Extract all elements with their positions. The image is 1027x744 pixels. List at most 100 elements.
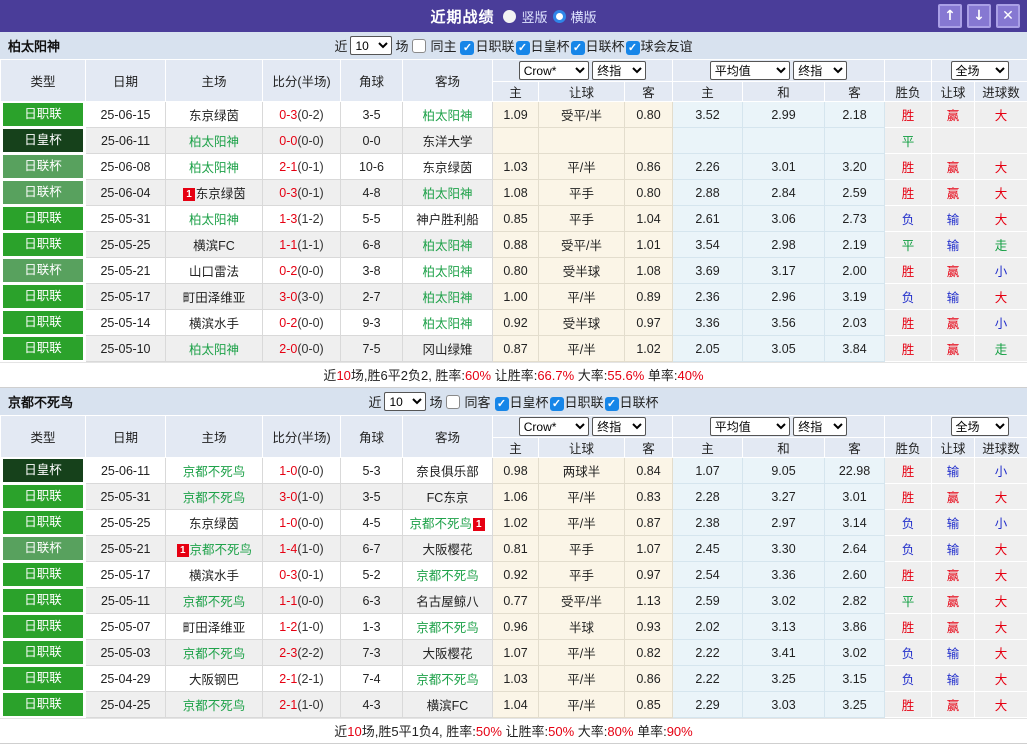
col-header-away: 客场 [403, 60, 493, 102]
handicap-home-odds: 0.92 [493, 562, 539, 588]
league-checkbox[interactable]: ✓ [626, 41, 640, 55]
corner-score: 5-2 [341, 562, 403, 588]
team-label: 京都不死鸟 [183, 647, 246, 661]
odds-company-select[interactable]: Crow* [519, 61, 589, 80]
company-odds-time-select[interactable]: 终指 [592, 417, 646, 436]
score: 0-3(0-1) [263, 180, 341, 206]
scroll-down-button[interactable]: ↓ [967, 4, 991, 28]
summary-stat-label: 场,胜5平1负4, 胜率: [362, 724, 476, 739]
league-checkbox[interactable]: ✓ [516, 41, 530, 55]
league-checkbox[interactable]: ✓ [605, 397, 619, 411]
fulltime-select[interactable]: 全场 [951, 61, 1009, 80]
result-outcome: 负 [885, 510, 932, 536]
company-odds-time-select[interactable]: 终指 [592, 61, 646, 80]
match-date: 25-05-10 [86, 336, 166, 362]
result-outcome: 平 [885, 232, 932, 258]
home-team: 东京绿茵 [166, 102, 263, 128]
handicap-outcome [932, 128, 975, 154]
handicap-outcome: 输 [932, 284, 975, 310]
team-label: 横滨水手 [189, 317, 239, 331]
average-odds-time-select[interactable]: 终指 [793, 417, 847, 436]
average-odds-time-select[interactable]: 终指 [793, 61, 847, 80]
match-row: 日职联 25-05-17 横滨水手 0-3(0-1) 5-2 京都不死鸟 0.9… [1, 562, 1027, 588]
league-checkbox-label: 球会友谊 [641, 39, 693, 54]
match-count-select[interactable]: 10 [384, 392, 426, 411]
summary-stat-value: 66.7% [537, 368, 574, 383]
summary-line: 近10场,胜5平1负4, 胜率:50% 让胜率:50% 大率:80% 单率:90… [0, 718, 1027, 744]
handicap-home-odds: 1.04 [493, 692, 539, 718]
average-odds-select[interactable]: 平均值 [710, 417, 790, 436]
handicap-home-odds: 1.03 [493, 666, 539, 692]
home-team: 町田泽维亚 [166, 614, 263, 640]
league-checkbox-label: 日联杯 [620, 395, 659, 410]
team-label: 町田泽维亚 [183, 621, 246, 635]
avg-draw-odds: 2.97 [743, 510, 825, 536]
goals-outcome: 大 [975, 614, 1027, 640]
team-label: 东洋大学 [422, 135, 472, 149]
away-team: 大阪樱花 [403, 536, 493, 562]
away-team: 东洋大学 [403, 128, 493, 154]
same-venue-checkbox[interactable] [446, 395, 460, 409]
handicap-away-odds: 0.80 [625, 180, 673, 206]
avg-away-odds: 2.03 [825, 310, 885, 336]
team-label: 柏太阳神 [422, 317, 472, 331]
handicap-outcome: 赢 [932, 102, 975, 128]
league-checkbox[interactable]: ✓ [460, 41, 474, 55]
league-type-badge: 日职联 [3, 589, 83, 612]
goals-outcome: 大 [975, 640, 1027, 666]
league-type-badge: 日职联 [3, 641, 83, 664]
team-label: 东京绿茵 [189, 109, 239, 123]
match-count-select[interactable]: 10 [350, 36, 392, 55]
handicap-home-odds: 1.00 [493, 284, 539, 310]
score: 2-3(2-2) [263, 640, 341, 666]
handicap-home-odds: 1.02 [493, 510, 539, 536]
avg-away-odds: 2.00 [825, 258, 885, 284]
goals-outcome: 大 [975, 484, 1027, 510]
fulltime-score: 1-0 [279, 464, 297, 478]
match-date: 25-05-11 [86, 588, 166, 614]
avg-home-odds: 3.52 [673, 102, 743, 128]
team-filter-bar: 京都不死鸟 近 10 场 同客 ✓日皇杯✓日职联✓日联杯 [0, 388, 1027, 415]
col-header-away: 客场 [403, 416, 493, 458]
fulltime-select[interactable]: 全场 [951, 417, 1009, 436]
horizontal-layout-radio[interactable] [553, 10, 566, 23]
team-label: 大阪钢巴 [189, 673, 239, 687]
match-date: 25-06-08 [86, 154, 166, 180]
result-outcome: 胜 [885, 258, 932, 284]
handicap-outcome: 输 [932, 510, 975, 536]
subcol-result: 胜负 [885, 438, 932, 458]
corner-score: 6-7 [341, 536, 403, 562]
result-outcome: 负 [885, 206, 932, 232]
halftime-score: (2-1) [297, 672, 323, 686]
halftime-score: (0-0) [297, 464, 323, 478]
scroll-up-button[interactable]: ↑ [938, 4, 962, 28]
avg-home-odds: 2.38 [673, 510, 743, 536]
col-header-type: 类型 [1, 416, 86, 458]
count-unit-label: 场 [429, 392, 442, 411]
score: 2-1(1-0) [263, 692, 341, 718]
handicap-away-odds: 1.13 [625, 588, 673, 614]
score: 0-3(0-1) [263, 562, 341, 588]
league-checkbox[interactable]: ✓ [571, 41, 585, 55]
same-venue-checkbox[interactable] [412, 39, 426, 53]
handicap-line: 平/半 [539, 484, 625, 510]
team-label: 神户胜利船 [416, 213, 479, 227]
odds-company-select[interactable]: Crow* [519, 417, 589, 436]
vertical-layout-radio[interactable] [503, 10, 516, 23]
halftime-score: (1-0) [297, 490, 323, 504]
fulltime-score: 0-3 [279, 108, 297, 122]
league-checkbox[interactable]: ✓ [495, 397, 509, 411]
summary-stat-label: 让胜率: [502, 724, 548, 739]
goals-outcome: 大 [975, 562, 1027, 588]
handicap-line: 平/半 [539, 692, 625, 718]
match-row: 日职联 25-05-11 京都不死鸟 1-1(0-0) 6-3 名古屋鲸八 0.… [1, 588, 1027, 614]
col-header-score: 比分(半场) [263, 60, 341, 102]
match-date: 25-05-25 [86, 232, 166, 258]
handicap-outcome: 赢 [932, 154, 975, 180]
average-odds-select[interactable]: 平均值 [710, 61, 790, 80]
close-icon[interactable]: ✕ [996, 4, 1020, 28]
halftime-score: (0-0) [297, 342, 323, 356]
subcol-handicap-away: 客 [625, 82, 673, 102]
goals-outcome: 大 [975, 666, 1027, 692]
league-checkbox[interactable]: ✓ [550, 397, 564, 411]
